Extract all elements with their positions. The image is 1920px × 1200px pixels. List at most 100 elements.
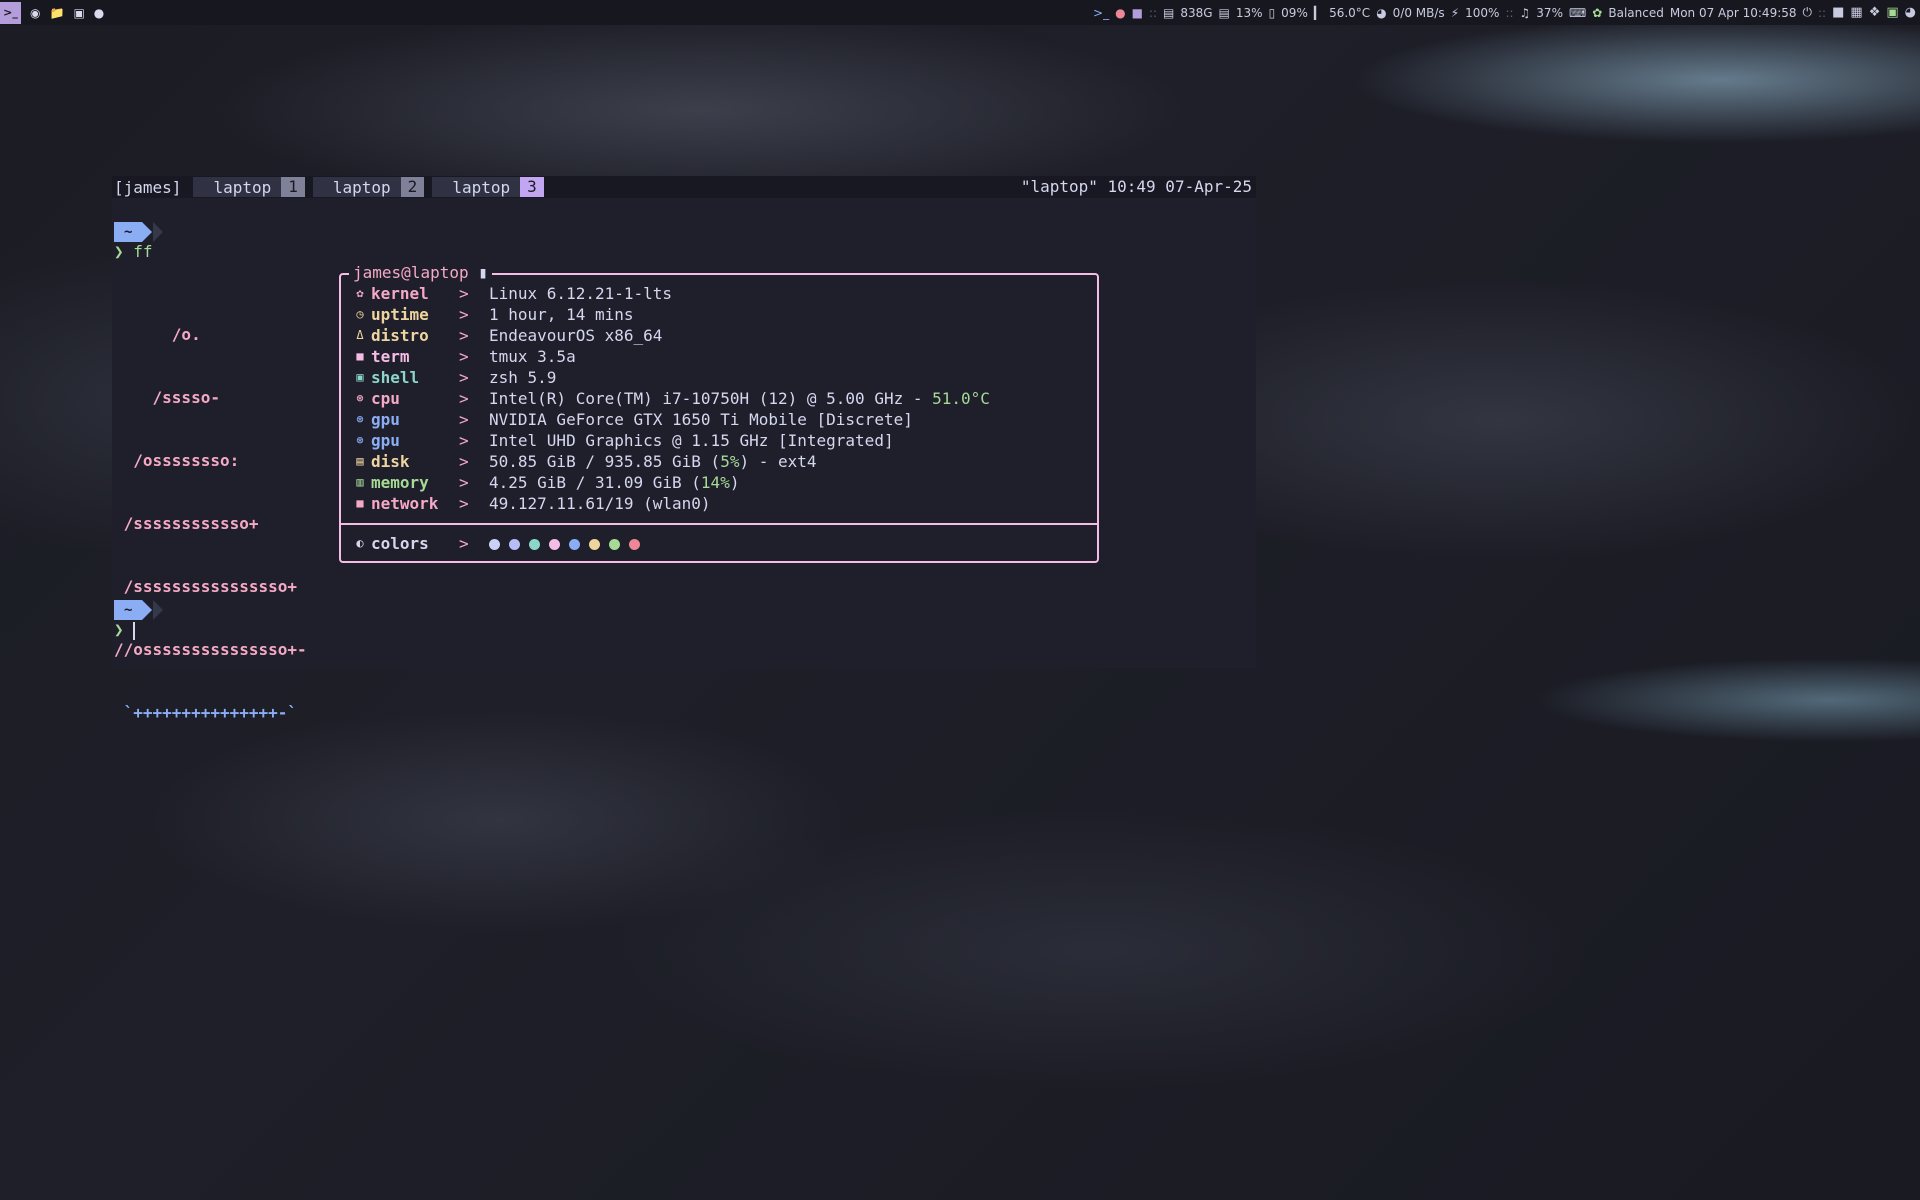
firefox-small-icon[interactable]: ● <box>1115 6 1125 20</box>
info-row-uptime: ◷ uptime >1 hour, 14 mins <box>341 304 1097 325</box>
info-key: memory <box>371 473 429 492</box>
volume-level[interactable]: 37% <box>1536 6 1563 20</box>
volume-icon[interactable]: ♫ <box>1520 6 1531 20</box>
prompt-symbol: ❯ <box>114 620 124 639</box>
info-value-highlight: 51.0°C <box>932 389 990 408</box>
info-value: Intel(R) Core(TM) i7-10750H (12) @ 5.00 … <box>489 388 990 409</box>
input-line[interactable]: ❯ <box>114 620 136 640</box>
info-key: shell <box>371 368 420 387</box>
charging-icon: ⚡ <box>1450 5 1460 20</box>
info-value: zsh 5.9 <box>489 367 556 388</box>
row-separator: > <box>459 473 469 492</box>
logo-line: //osssssssssssssso+- <box>114 640 307 659</box>
prompt-dir-segment: ~ <box>114 222 164 242</box>
contacts-icon[interactable]: ▣ <box>73 6 84 20</box>
docker-icon[interactable]: ▦ <box>1850 5 1862 20</box>
terminal-small-icon[interactable]: >_ <box>1093 6 1109 20</box>
info-row-memory: ▥ memory >4.25 GiB / 31.09 GiB (14%) <box>341 472 1097 493</box>
palette-icon: ◐ <box>356 536 364 550</box>
power-profile[interactable]: Balanced <box>1608 6 1663 20</box>
color-swatch <box>569 539 580 550</box>
chip-icon: ⊛ <box>356 412 364 426</box>
color-palette <box>489 533 649 554</box>
color-swatch <box>589 539 600 550</box>
row-separator: > <box>459 534 469 553</box>
tmux-window-2[interactable]: laptop 2 <box>312 177 425 197</box>
folder-small-icon[interactable]: ■ <box>1132 6 1143 20</box>
logo-line: /ossssssso: <box>114 451 240 470</box>
box-title: james@laptop ▮ <box>349 263 492 282</box>
info-key: gpu <box>371 410 400 429</box>
logo-line: /o. <box>114 325 201 344</box>
row-separator: > <box>459 410 469 429</box>
firefox-icon[interactable]: ◉ <box>30 6 40 20</box>
tmux-window-index: 1 <box>281 177 305 197</box>
dropbox-icon[interactable]: ❖ <box>1869 5 1881 20</box>
thermometer-icon: ▎ <box>1313 5 1324 20</box>
user-name: james <box>353 263 402 282</box>
discord-icon[interactable]: ■ <box>1832 5 1844 20</box>
info-value-text: 4.25 GiB / 31.09 GiB ( <box>489 473 701 492</box>
info-value: 1 hour, 14 mins <box>489 304 634 325</box>
info-row-gpu: ⊛ gpu > NVIDIA GeForce GTX 1650 Ti Mobile [… <box>341 409 1097 430</box>
info-value: 4.25 GiB / 31.09 GiB (14%) <box>489 472 739 493</box>
prompt-dir: ~ <box>114 222 143 242</box>
tmux-session-name: [james] <box>114 177 182 197</box>
color-swatch <box>549 539 560 550</box>
info-key: distro <box>371 326 429 345</box>
colors-row: ◐ colors > <box>341 533 1097 554</box>
info-value-text: EndeavourOS x86_64 <box>489 326 663 345</box>
cpu-icon: ▤ <box>1218 5 1230 20</box>
terminal-launcher-icon[interactable]: >_ <box>0 1 21 24</box>
info-value-text: zsh 5.9 <box>489 368 557 387</box>
color-swatch <box>529 539 540 550</box>
disk-icon: ▤ <box>1163 5 1175 20</box>
folder-icon[interactable]: 📁 <box>49 6 64 20</box>
top-panel: >_ ◉ 📁 ▣ ● >_ ● ■ :: ▤ 838G ▤ 13% ▯ 09% … <box>0 0 1920 25</box>
memory-icon: ▥ <box>356 475 364 489</box>
prompt-arrow <box>142 222 153 242</box>
info-value-tail: ) <box>729 473 740 492</box>
temperature: 56.0°C <box>1329 5 1371 20</box>
info-value: NVIDIA GeForce GTX 1650 Ti Mobile [Discr… <box>489 409 913 430</box>
info-key: gpu <box>371 431 400 450</box>
clock[interactable]: Mon 07 Apr 10:49:58 <box>1670 6 1797 20</box>
wifi-tray-icon[interactable]: ◕ <box>1905 5 1916 20</box>
tmux-window-3[interactable]: laptop 3 <box>432 177 544 197</box>
battery-level: 09% <box>1281 5 1308 20</box>
linux-icon: Δ <box>356 328 364 342</box>
info-key: term <box>371 347 410 366</box>
info-key: kernel <box>371 284 429 303</box>
shell-icon: ▣ <box>356 370 364 384</box>
power-icon[interactable]: ⏻ <box>1803 5 1813 20</box>
leaf-icon: ✿ <box>1592 5 1603 20</box>
info-row-shell: ▣ shell > zsh 5.9 <box>341 367 1097 388</box>
host-name: laptop <box>410 263 469 282</box>
color-swatch <box>609 539 620 550</box>
prompt-symbol: ❯ <box>114 242 124 261</box>
tmux-status-bar: [james] laptop 1 laptop 2 laptop 3 "lapt… <box>112 176 1256 198</box>
laptop-icon: ▮ <box>478 263 488 282</box>
command-line: ❯ ff <box>114 242 153 262</box>
info-value-text: Linux 6.12.21-1-lts <box>489 284 673 303</box>
terminal-window[interactable]: [james] laptop 1 laptop 2 laptop 3 "lapt… <box>112 176 1256 722</box>
tmux-window-1[interactable]: laptop 1 <box>193 177 305 197</box>
text-cursor <box>133 621 136 640</box>
logo-line: /ssssssssssso+ <box>114 514 259 533</box>
command-text: ff <box>133 242 153 261</box>
row-separator: > <box>459 431 469 450</box>
disk-icon: ▤ <box>356 454 364 468</box>
lock-icon[interactable]: ▣ <box>1886 5 1898 20</box>
info-key: network <box>371 494 439 513</box>
logo-line: /sssso- <box>114 388 220 407</box>
prompt-arrow-shadow <box>153 600 164 620</box>
at-sign: @ <box>401 263 411 282</box>
cpu-usage: 13% <box>1235 5 1263 20</box>
row-separator: > <box>459 305 469 324</box>
chat-icon[interactable]: ● <box>94 6 104 20</box>
keyboard-icon: ⌨ <box>1568 5 1587 20</box>
color-swatch <box>509 539 520 550</box>
info-value-text: 49.127.11.61/19 (wlan0) <box>489 494 711 513</box>
info-key: uptime <box>371 305 429 324</box>
network-icon: ■ <box>356 496 364 510</box>
